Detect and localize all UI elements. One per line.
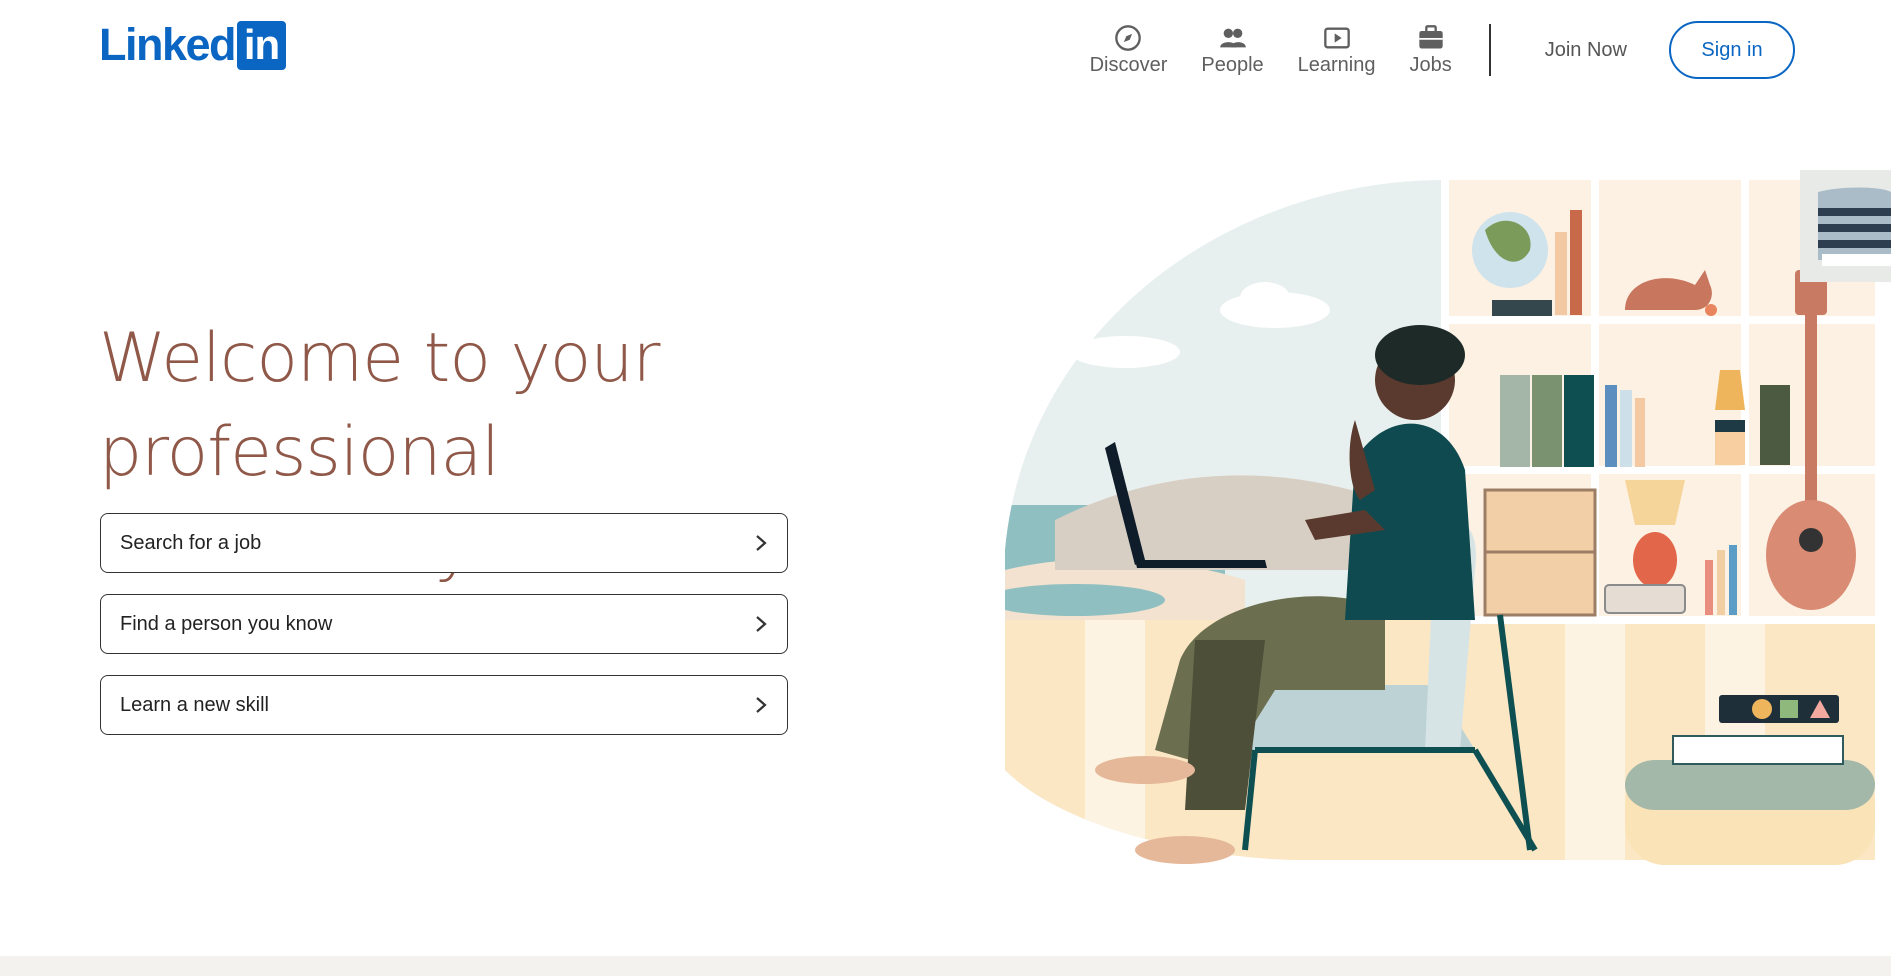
nav-learning[interactable]: Learning xyxy=(1297,24,1376,77)
linkedin-logo[interactable]: Linked in xyxy=(99,19,287,70)
nav-people-label: People xyxy=(1201,53,1264,76)
hero-illustration xyxy=(1005,170,1891,865)
nav-learning-label: Learning xyxy=(1297,53,1376,76)
find-person-button[interactable]: Find a person you know xyxy=(100,594,788,654)
nav-jobs-label: Jobs xyxy=(1409,53,1452,76)
briefcase-icon xyxy=(1418,24,1443,48)
chevron-right-icon xyxy=(756,535,767,551)
join-now-button[interactable]: Join Now xyxy=(1525,39,1647,62)
play-icon xyxy=(1323,27,1350,48)
bottom-strip xyxy=(0,956,1891,976)
logo-wordmark: Linked xyxy=(99,19,237,70)
find-person-label: Find a person you know xyxy=(120,612,333,635)
nav-discover-label: Discover xyxy=(1089,53,1168,76)
chevron-right-icon xyxy=(756,616,767,632)
logo-in-box: in xyxy=(237,20,287,70)
nav-jobs[interactable]: Jobs xyxy=(1409,24,1452,77)
hero-actions: Search for a job Find a person you know … xyxy=(100,513,788,756)
search-job-label: Search for a job xyxy=(120,531,262,554)
top-nav: Discover People Learning Jobs Join Now S… xyxy=(1073,20,1795,80)
sign-in-button[interactable]: Sign in xyxy=(1669,21,1795,79)
hero-title-line-1: Welcome to your professional xyxy=(99,319,660,492)
learn-skill-label: Learn a new skill xyxy=(120,693,269,716)
nav-divider xyxy=(1488,24,1491,76)
page: Linked in Discover People Learning Jobs … xyxy=(0,0,1891,976)
chevron-right-icon xyxy=(756,697,767,713)
nav-discover[interactable]: Discover xyxy=(1089,24,1168,77)
compass-icon xyxy=(1115,24,1142,51)
learn-skill-button[interactable]: Learn a new skill xyxy=(100,675,788,735)
nav-people[interactable]: People xyxy=(1201,24,1264,77)
decorative-books-card xyxy=(1800,170,1891,282)
people-icon xyxy=(1219,28,1246,47)
search-job-button[interactable]: Search for a job xyxy=(100,513,788,573)
